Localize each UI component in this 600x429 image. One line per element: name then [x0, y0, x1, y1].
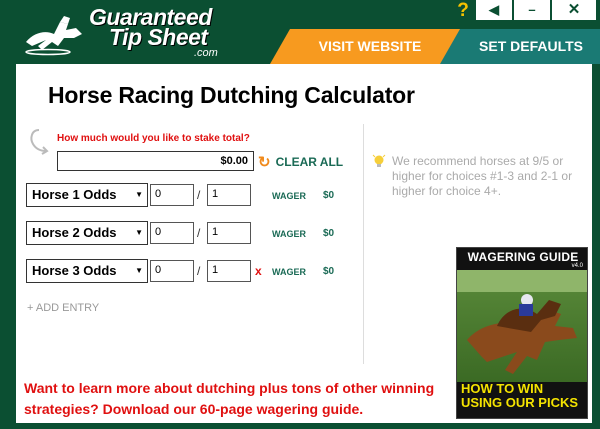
promo-text: Want to learn more about dutching plus t…	[24, 380, 435, 417]
back-button[interactable]: ◀	[476, 0, 512, 20]
horse-2-wager-label: WAGER	[272, 229, 307, 239]
horse-2-numerator-input[interactable]: 0	[150, 222, 194, 244]
page-title: Horse Racing Dutching Calculator	[48, 82, 415, 108]
stake-question-label: How much would you like to stake total?	[57, 133, 250, 144]
horse-3-wager-label: WAGER	[272, 267, 307, 277]
horse-3-wager-value: $0	[323, 266, 335, 277]
dropdown-arrow-icon: ▼	[135, 228, 143, 237]
clear-all-label: CLEAR ALL	[275, 155, 344, 169]
wagering-guide-download[interactable]: WAGERING GUIDE v4.0 HOW TO WIN USING OUR…	[456, 247, 588, 419]
refresh-icon: ↻	[258, 154, 271, 171]
recommendation-tip: We recommend horses at 9/5 or higher for…	[392, 154, 573, 198]
logo-line-3: .com	[194, 47, 218, 59]
guide-version: v4.0	[571, 263, 583, 269]
visit-website-button[interactable]: VISIT WEBSITE	[270, 29, 470, 64]
column-divider	[363, 124, 364, 364]
dropdown-arrow-icon: ▼	[135, 266, 143, 275]
minimize-button[interactable]: –	[514, 0, 550, 20]
curved-arrow-icon	[30, 129, 49, 155]
add-entry-button[interactable]: + ADD ENTRY	[27, 302, 99, 314]
lightbulb-icon	[372, 154, 386, 167]
horse-3-odds-select[interactable]: Horse 3 Odds ▼	[26, 259, 148, 283]
horse-1-numerator-input[interactable]: 0	[150, 184, 194, 206]
stake-total-input[interactable]: $0.00	[57, 151, 254, 171]
horse-2-odds-label: Horse 2 Odds	[32, 225, 117, 240]
horse-1-denominator-input[interactable]: 1	[207, 184, 251, 206]
set-defaults-button[interactable]: SET DEFAULTS	[440, 29, 600, 64]
guaranteed-tip-sheet-logo[interactable]: Guaranteed Tip Sheet .com	[24, 4, 244, 62]
help-icon[interactable]: ?	[452, 1, 474, 21]
close-button[interactable]: ✕	[552, 0, 596, 20]
horse-3-numerator-input[interactable]: 0	[150, 260, 194, 282]
fraction-slash: /	[197, 226, 201, 240]
horse-2-odds-select[interactable]: Horse 2 Odds ▼	[26, 221, 148, 245]
title-bar: Guaranteed Tip Sheet .com ? ◀ – ✕ VISIT …	[0, 0, 600, 64]
horse-1-wager-label: WAGER	[272, 191, 307, 201]
horse-logo-icon	[25, 16, 82, 56]
fraction-slash: /	[197, 264, 201, 278]
dropdown-arrow-icon: ▼	[135, 190, 143, 199]
clear-all-button[interactable]: ↻ CLEAR ALL	[258, 152, 343, 172]
horse-2-wager-value: $0	[323, 228, 335, 239]
remove-entry-icon[interactable]: x	[255, 264, 262, 278]
guide-bottom-line-2: USING OUR PICKS	[461, 395, 579, 410]
racehorse-photo-image	[457, 270, 587, 382]
fraction-slash: /	[197, 188, 201, 202]
horse-3-odds-label: Horse 3 Odds	[32, 263, 117, 278]
horse-1-odds-select[interactable]: Horse 1 Odds ▼	[26, 183, 148, 207]
guide-bottom-line-1: HOW TO WIN	[461, 381, 544, 396]
logo-line-2: Tip Sheet	[109, 24, 208, 50]
horse-2-denominator-input[interactable]: 1	[207, 222, 251, 244]
guide-title: WAGERING GUIDE	[467, 250, 579, 264]
horse-1-wager-value: $0	[323, 190, 335, 201]
guide-bottom-text: HOW TO WIN USING OUR PICKS	[461, 382, 585, 410]
horse-3-denominator-input[interactable]: 1	[207, 260, 251, 282]
horse-1-odds-label: Horse 1 Odds	[32, 187, 117, 202]
